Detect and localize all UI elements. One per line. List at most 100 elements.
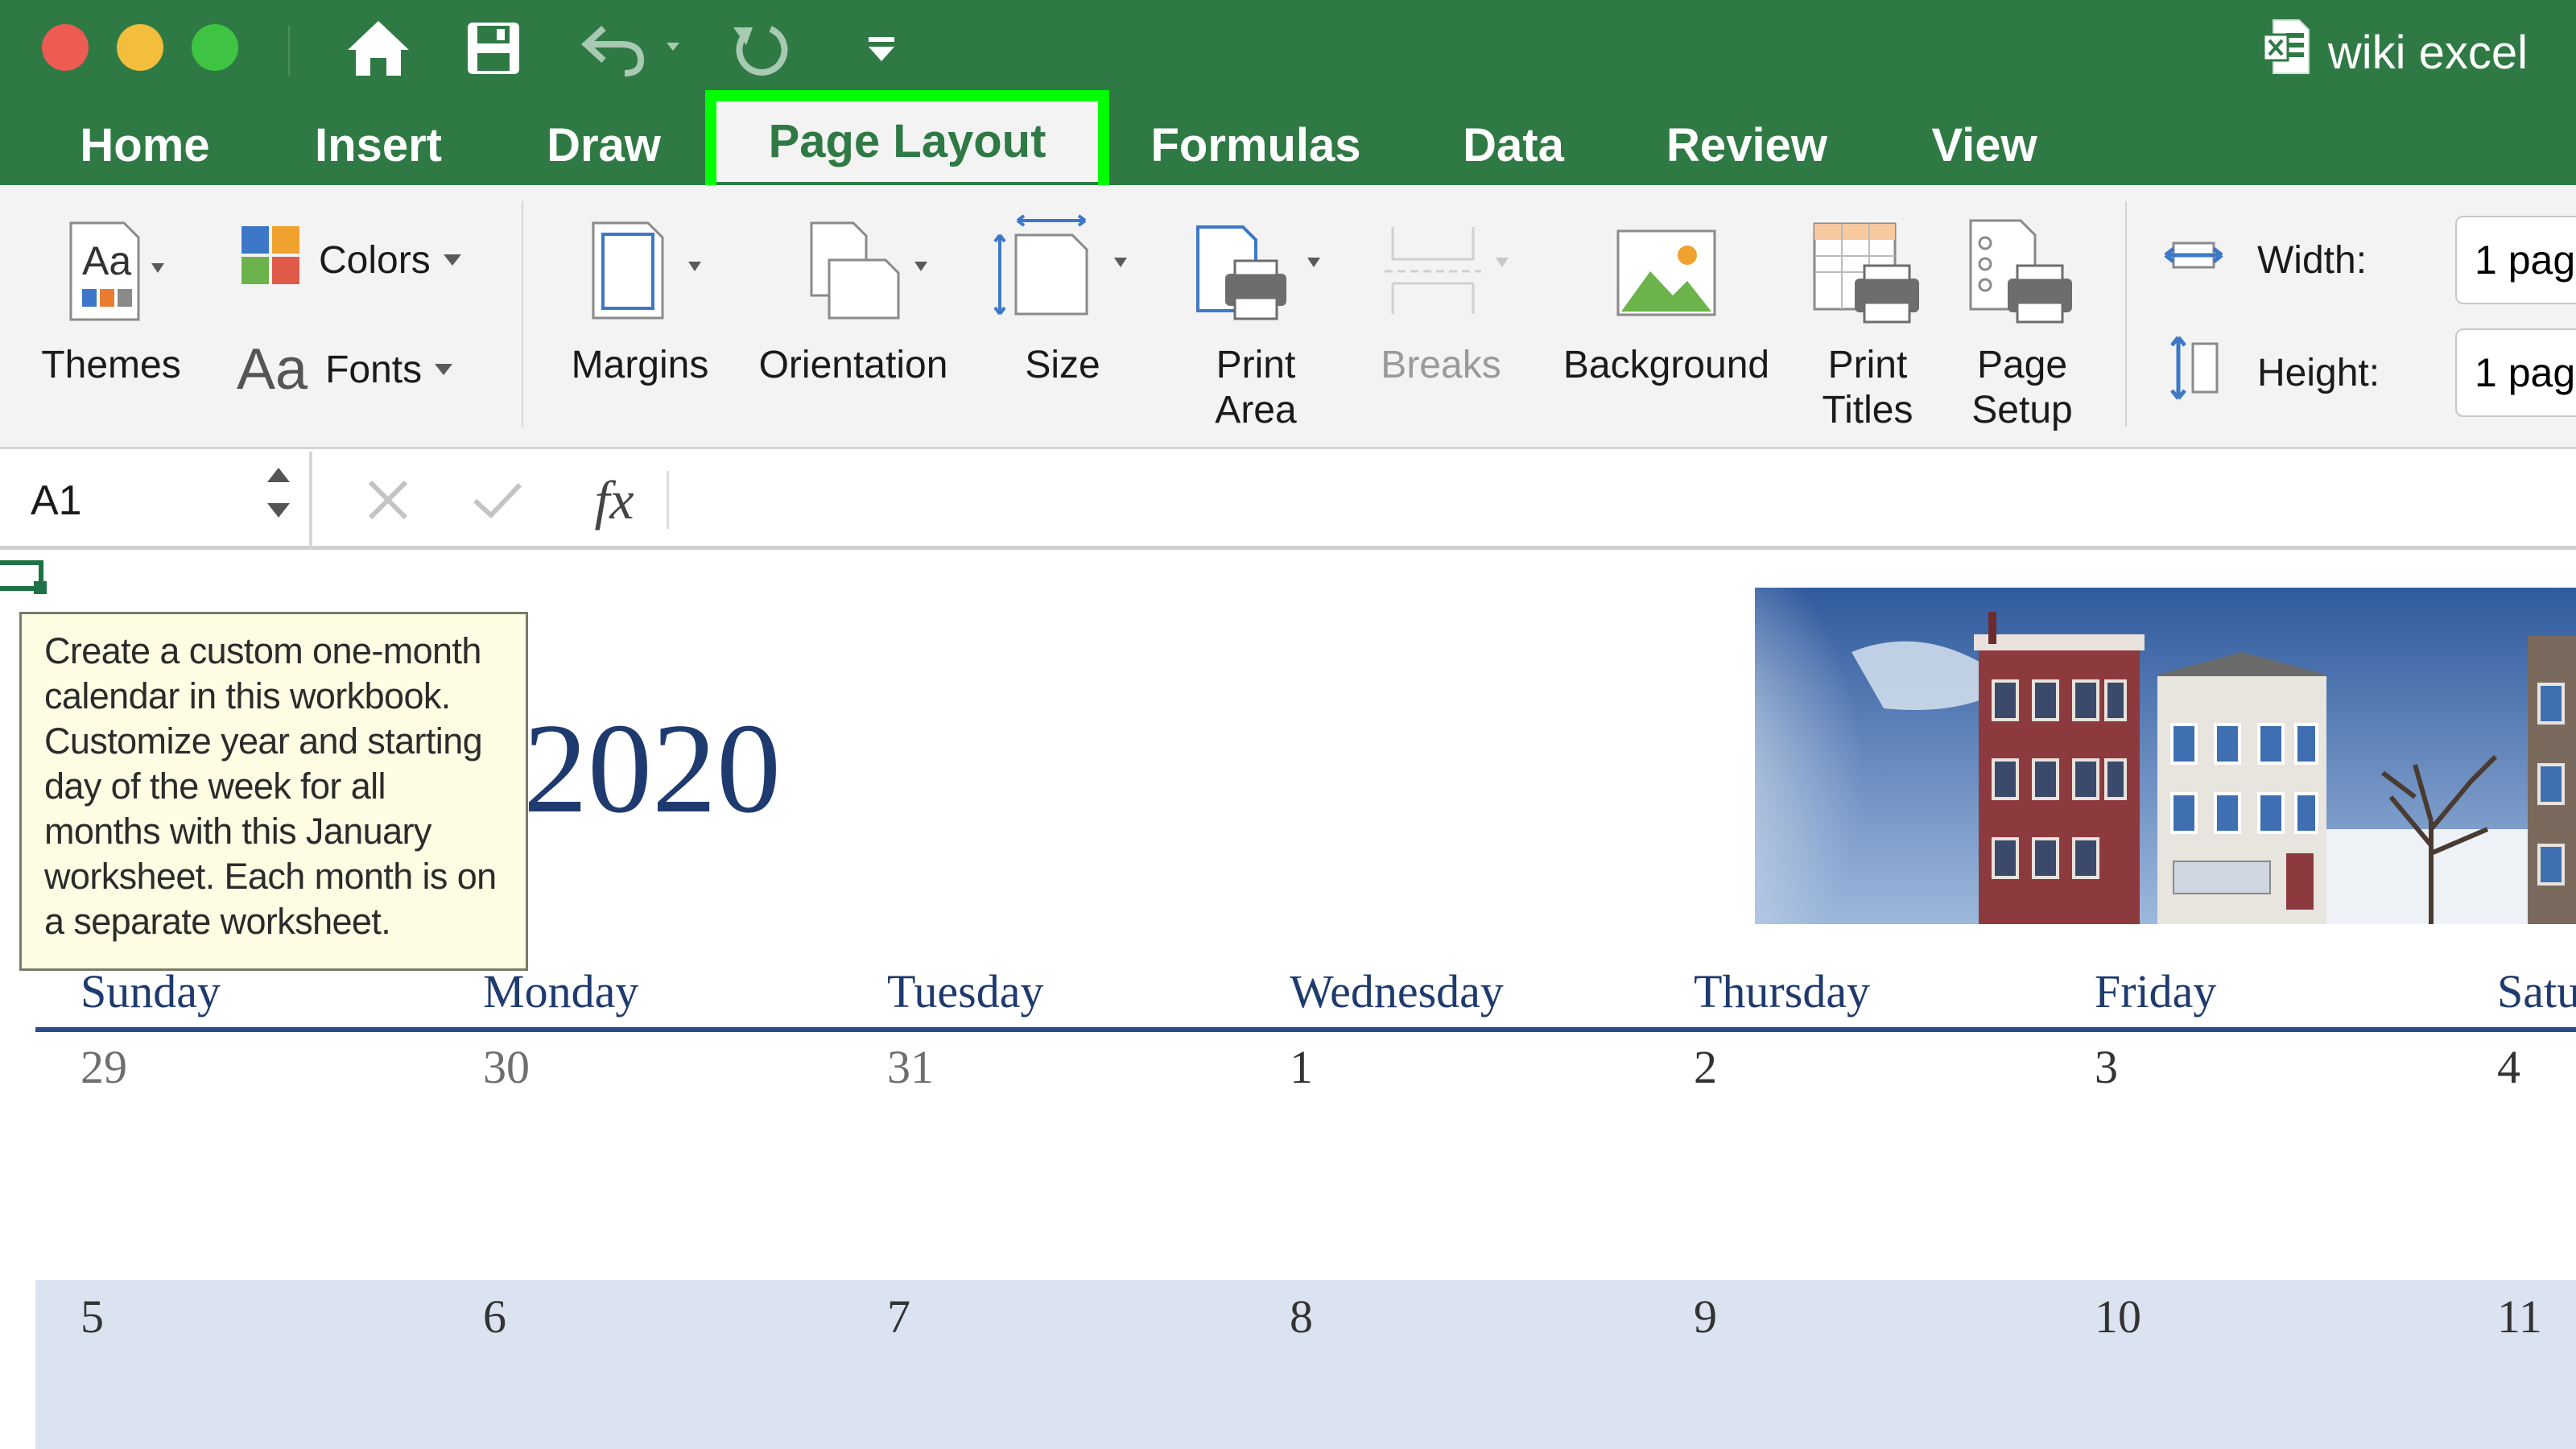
chevron-up-icon	[267, 468, 290, 482]
date-cell[interactable]: 5	[80, 1290, 104, 1344]
header-rule	[35, 1027, 2576, 1032]
width-label: Width:	[2257, 238, 2368, 282]
formula-input[interactable]	[692, 452, 2544, 550]
date-cell[interactable]: 10	[2095, 1290, 2141, 1344]
date-cell[interactable]: 31	[887, 1040, 934, 1094]
date-cell[interactable]: 4	[2497, 1040, 2520, 1094]
date-cell[interactable]: 8	[1290, 1290, 1313, 1344]
winter-houses-picture[interactable]	[1723, 588, 2576, 924]
close-window-button[interactable]	[42, 24, 89, 71]
day-header-friday: Friday	[2095, 965, 2217, 1018]
print-area-button[interactable]: Print Area	[1175, 211, 1336, 433]
tab-page-layout[interactable]: Page Layout	[716, 100, 1098, 182]
chevron-down-icon	[435, 364, 453, 375]
cancel-icon[interactable]	[356, 460, 420, 540]
save-icon[interactable]	[457, 14, 530, 82]
tab-insert[interactable]: Insert	[290, 113, 467, 177]
template-instructions-tooltip: Create a custom one-month calendar in th…	[19, 612, 528, 971]
name-box[interactable]: A1	[0, 452, 312, 550]
ribbon-divider	[2125, 201, 2127, 427]
redo-icon[interactable]	[724, 14, 797, 82]
print-titles-label-line2: Titles	[1822, 389, 1913, 431]
themes-icon: Aa	[55, 211, 167, 332]
tab-view[interactable]: View	[1908, 113, 2061, 177]
height-arrows-icon	[2162, 334, 2225, 411]
fonts-label: Fonts	[325, 348, 423, 391]
date-cell[interactable]: 6	[483, 1290, 506, 1344]
orientation-button[interactable]: Orientation	[741, 211, 966, 388]
orientation-icon	[773, 211, 934, 332]
worksheet[interactable]: 2020 Create a custom one-month calendar …	[0, 554, 2576, 1449]
date-cell[interactable]: 11	[2497, 1290, 2542, 1344]
window-title-text: wiki excel	[2327, 26, 2528, 79]
size-icon	[982, 211, 1143, 332]
date-cell[interactable]: 7	[887, 1290, 910, 1344]
breaks-button[interactable]: Breaks	[1360, 211, 1521, 388]
width-scale-field[interactable]: 1 page	[2455, 216, 2576, 304]
undo-icon[interactable]	[580, 14, 692, 82]
margins-label: Margins	[571, 344, 709, 386]
day-header-wednesday: Wednesday	[1290, 965, 1504, 1018]
chevron-down-icon	[443, 254, 461, 266]
ribbon-divider	[522, 201, 523, 427]
selected-cell-a1[interactable]	[0, 560, 47, 594]
excel-file-icon	[2262, 19, 2310, 86]
chevron-down-icon	[267, 503, 290, 518]
page-setup-label-line2: Setup	[1971, 389, 2073, 431]
day-header-thursday: Thursday	[1694, 965, 1871, 1018]
toolbar-divider	[288, 26, 290, 76]
colors-icon	[240, 225, 301, 295]
colors-button[interactable]: Colors	[240, 224, 461, 296]
day-header-sunday: Sunday	[80, 965, 221, 1018]
size-button[interactable]: Size	[982, 211, 1143, 388]
page-setup-button[interactable]: Page Setup	[1942, 211, 2103, 433]
date-cell[interactable]: 3	[2095, 1040, 2118, 1094]
breaks-icon	[1360, 211, 1521, 332]
date-cell[interactable]: 2	[1694, 1040, 1717, 1094]
calendar-year: 2020	[523, 696, 781, 840]
home-icon[interactable]	[338, 14, 419, 82]
name-box-value: A1	[31, 477, 82, 524]
background-button[interactable]: Background	[1546, 211, 1787, 388]
background-label: Background	[1563, 344, 1770, 386]
date-cell[interactable]: 9	[1694, 1290, 1717, 1344]
fonts-button[interactable]: Aa Fonts	[237, 333, 453, 406]
background-icon	[1610, 211, 1723, 332]
minimize-window-button[interactable]	[117, 24, 163, 71]
tab-formulas[interactable]: Formulas	[1127, 113, 1385, 177]
tab-review[interactable]: Review	[1642, 113, 1852, 177]
date-cell[interactable]: 29	[80, 1040, 127, 1094]
print-titles-icon	[1803, 211, 1932, 332]
insert-function-icon[interactable]: fx	[578, 460, 650, 540]
size-label: Size	[1025, 344, 1100, 386]
day-header-monday: Monday	[483, 965, 639, 1018]
date-cell[interactable]: 30	[483, 1040, 530, 1094]
breaks-label: Breaks	[1381, 344, 1501, 386]
themes-button[interactable]: Aa Themes	[31, 211, 192, 388]
fonts-icon: Aa	[237, 337, 308, 402]
print-titles-label-line1: Print	[1827, 344, 1908, 386]
margins-button[interactable]: Margins	[555, 211, 724, 388]
tab-data[interactable]: Data	[1441, 113, 1586, 177]
height-scale-field[interactable]: 1 page	[2455, 328, 2576, 417]
title-bar: wiki excel Home Insert Draw Page Layout …	[0, 0, 2576, 185]
print-area-label-line2: Area	[1215, 389, 1297, 431]
margins-icon	[568, 211, 712, 332]
height-label: Height:	[2257, 351, 2380, 394]
tab-home[interactable]: Home	[56, 113, 233, 177]
print-titles-button[interactable]: Print Titles	[1787, 211, 1948, 433]
print-area-label-line1: Print	[1216, 344, 1296, 386]
orientation-label: Orientation	[758, 344, 948, 386]
window-title: wiki excel	[2262, 19, 2528, 86]
customize-toolbar-icon[interactable]	[853, 14, 910, 82]
formula-bar: A1 fx	[0, 452, 2576, 550]
maximize-window-button[interactable]	[192, 24, 238, 71]
formula-bar-divider	[667, 471, 669, 529]
name-box-stepper[interactable]	[264, 464, 293, 521]
date-cell[interactable]: 1	[1290, 1040, 1313, 1094]
width-control: Width:	[2162, 224, 2367, 296]
enter-check-icon[interactable]	[465, 460, 530, 540]
print-area-icon	[1175, 211, 1336, 332]
tab-draw[interactable]: Draw	[523, 113, 684, 177]
width-arrows-icon	[2162, 227, 2225, 293]
